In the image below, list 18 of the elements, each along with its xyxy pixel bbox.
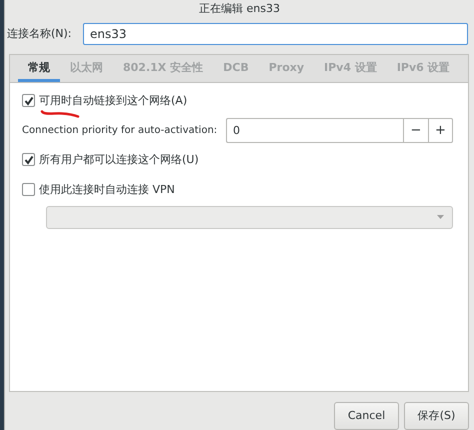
dialog-button[interactable]: 保存(S) xyxy=(404,402,469,430)
dropdown-arrow-icon xyxy=(437,215,444,220)
field-label: Connection priority for auto-activation: xyxy=(22,124,218,138)
dialog-button[interactable]: Cancel xyxy=(334,402,399,430)
tab[interactable]: 常规 xyxy=(18,54,60,82)
checkbox[interactable] xyxy=(22,183,35,196)
input-field[interactable]: ens33 xyxy=(83,22,468,45)
spin-field[interactable]: 0 xyxy=(226,118,403,144)
checkbox-label: 使用此连接时自动连接 VPN xyxy=(39,182,175,198)
scribble-mark xyxy=(40,110,80,118)
checkbox-label: 可用时自动链接到这个网络(A) xyxy=(39,92,188,109)
increment-button[interactable]: + xyxy=(428,118,453,144)
checkbox-label: 所有用户都可以连接这个网络(U) xyxy=(39,152,199,168)
decrement-button[interactable]: − xyxy=(403,118,428,144)
checkbox[interactable] xyxy=(22,94,35,108)
checkbox[interactable] xyxy=(22,153,35,166)
field-label: 连接名称(N): xyxy=(7,26,73,42)
window-title: 正在编辑 ens33 xyxy=(199,0,280,17)
